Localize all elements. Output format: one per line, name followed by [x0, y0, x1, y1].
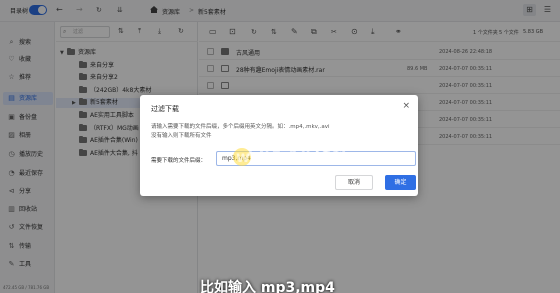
dialog-title: 过滤下载: [151, 105, 179, 113]
watermark-url: www.dmjf.top: [236, 148, 366, 166]
cancel-button[interactable]: 取消: [335, 175, 373, 190]
ok-button[interactable]: 确定: [385, 175, 416, 190]
video-subtitle: 比如输入 mp3,mp4: [200, 280, 335, 293]
close-icon[interactable]: ×: [402, 101, 410, 111]
suffix-input-label: 需要下载的文件后缀：: [151, 158, 207, 164]
